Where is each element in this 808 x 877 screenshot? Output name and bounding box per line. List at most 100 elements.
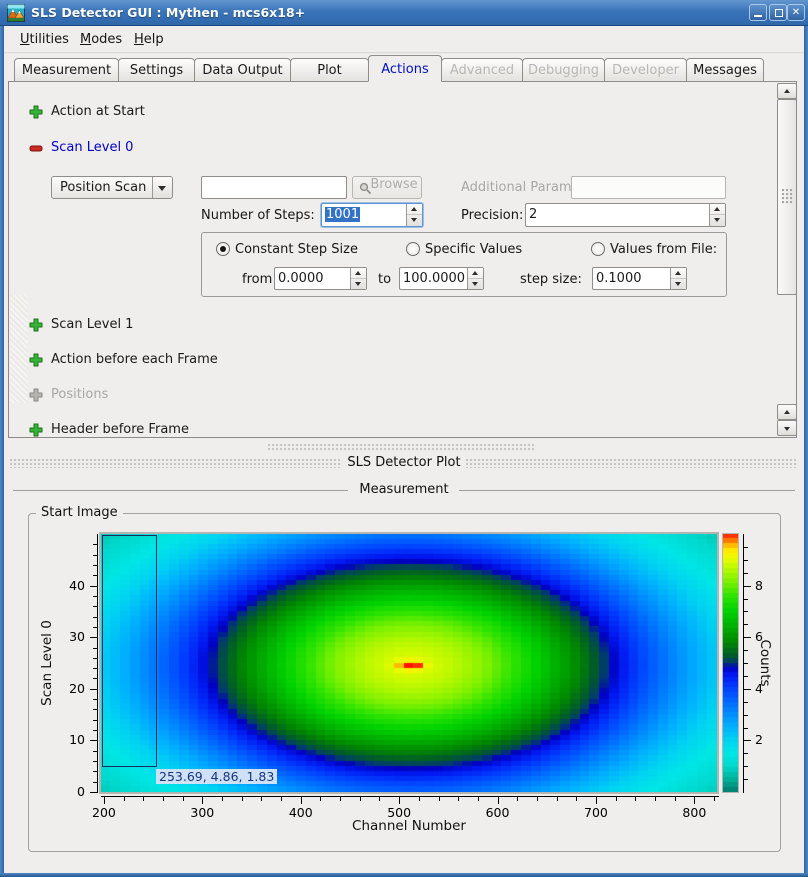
heatmap-canvas[interactable] — [99, 532, 719, 794]
x-tick-label-700: 700 — [576, 805, 616, 820]
arrow-down-icon — [411, 218, 417, 222]
step-size-value: 0.1000 — [596, 271, 642, 286]
plot-coordinates-tooltip: 253.69, 4.86, 1.83 — [156, 769, 277, 784]
scan-mode-combobox[interactable]: Position Scan — [51, 176, 173, 199]
tab-measurement[interactable]: Measurement — [14, 58, 119, 82]
y-minor-tick — [93, 627, 97, 628]
scrollbar-track[interactable] — [10, 295, 28, 403]
arrow-up-icon — [411, 207, 417, 211]
y-major-tick — [90, 740, 97, 741]
colorbar-minor-tick — [744, 547, 748, 548]
spin-down-button[interactable] — [351, 279, 366, 290]
colorbar-major-tick — [744, 689, 751, 690]
scrollbar-up-button[interactable] — [777, 83, 797, 99]
tab-data-output[interactable]: Data Output — [194, 58, 291, 82]
y-tick-label-40: 40 — [57, 578, 85, 593]
radio-specific-values[interactable] — [406, 242, 420, 256]
tab-plot[interactable]: Plot — [290, 58, 369, 82]
title-bar[interactable]: SLS Detector GUI : Mythen - mcs6x18+ ✕ — [0, 0, 808, 26]
action-item-action-before-each-frame[interactable]: Action before each Frame — [51, 352, 218, 367]
x-minor-tick — [675, 797, 676, 801]
arrow-down-icon — [714, 218, 720, 222]
colorbar-minor-tick — [744, 779, 748, 780]
plus-icon-action-before-each-frame[interactable] — [29, 353, 43, 367]
spin-down-button[interactable] — [407, 215, 422, 226]
x-tick-label-300: 300 — [182, 805, 222, 820]
tab-actions[interactable]: Actions — [368, 55, 442, 82]
action-item-header-before-frame[interactable]: Header before Frame — [51, 422, 189, 437]
y-minor-tick — [93, 596, 97, 597]
spin-up-button[interactable] — [710, 204, 725, 215]
spin-down-button[interactable] — [671, 279, 686, 290]
plus-icon-header-before-frame[interactable] — [29, 423, 43, 437]
y-minor-tick — [93, 606, 97, 607]
step-mode-groupbox: Constant Step SizeSpecific ValuesValues … — [201, 232, 727, 297]
scrollbar-thumb[interactable] — [777, 99, 797, 295]
action-item-scan-level-0[interactable]: Scan Level 0 — [51, 140, 133, 155]
y-major-tick — [90, 689, 97, 690]
from-label: from — [242, 272, 272, 287]
y-axis-title: Scan Level 0 — [39, 620, 55, 706]
precision-spinbox[interactable]: 2 — [525, 203, 726, 227]
y-minor-tick — [93, 761, 97, 762]
spin-down-button[interactable] — [468, 279, 483, 290]
step-size-spinbox[interactable]: 0.1000 — [592, 267, 687, 290]
spin-up-button[interactable] — [407, 204, 422, 215]
spin-up-button[interactable] — [351, 268, 366, 279]
chevron-down-icon — [158, 186, 166, 191]
tab-settings[interactable]: Settings — [118, 58, 195, 82]
colorbar-minor-tick — [744, 753, 748, 754]
action-item-action-at-start[interactable]: Action at Start — [51, 104, 145, 119]
y-minor-tick — [93, 575, 97, 576]
scan-script-input[interactable] — [201, 176, 347, 199]
plus-icon-action-at-start[interactable] — [29, 105, 43, 119]
x-axis-line — [101, 796, 719, 797]
additional-parameter-input — [571, 176, 726, 199]
x-minor-tick — [379, 797, 380, 801]
number-of-steps-spinbox[interactable]: 1001 — [321, 203, 423, 227]
scan-mode-value: Position Scan — [60, 180, 146, 195]
y-major-tick — [90, 792, 97, 793]
x-minor-tick — [655, 797, 656, 801]
action-item-scan-level-1[interactable]: Scan Level 1 — [51, 317, 133, 332]
x-minor-tick — [242, 797, 243, 801]
additional-parameter-label: Additional Parameter: — [461, 180, 566, 195]
menu-modes[interactable]: Modes — [74, 30, 128, 49]
combobox-arrow[interactable] — [152, 177, 172, 198]
colorbar-minor-tick — [744, 650, 748, 651]
radio-values-from-file[interactable] — [591, 242, 605, 256]
tab-messages[interactable]: Messages — [686, 58, 764, 82]
minimize-button[interactable] — [749, 4, 767, 21]
y-major-tick — [90, 586, 97, 587]
spin-up-button[interactable] — [468, 268, 483, 279]
radio-constant-step-size[interactable] — [216, 242, 230, 256]
spin-down-button[interactable] — [710, 215, 725, 226]
window-border-bottom — [0, 873, 808, 877]
y-minor-tick — [93, 730, 97, 731]
menu-utilities[interactable]: Utilities — [14, 30, 75, 49]
app-window: SLS Detector GUI : Mythen - mcs6x18+ ✕ U… — [0, 0, 808, 877]
y-minor-tick — [93, 709, 97, 710]
measurement-group-title: Measurement — [359, 482, 448, 497]
to-value: 100.0000 — [403, 271, 465, 286]
minus-icon-scan-level-0[interactable] — [29, 141, 43, 155]
x-minor-tick — [517, 797, 518, 801]
from-spinbox[interactable]: 0.0000 — [274, 267, 367, 290]
scrollbar-up-button-2[interactable] — [777, 404, 797, 420]
measurement-groupbox-line-right — [459, 490, 795, 491]
actions-panel: Action at Start Scan Level 0 Scan Level 1 A… — [8, 82, 797, 438]
spin-buttons — [709, 204, 725, 226]
close-button[interactable]: ✕ — [787, 4, 805, 21]
action-item-positions: Positions — [51, 387, 108, 402]
plus-icon-scan-level-1[interactable] — [29, 318, 43, 332]
start-image-group-title: Start Image — [36, 505, 123, 520]
dock-title: SLS Detector Plot — [347, 455, 460, 470]
menu-help[interactable]: Help — [128, 30, 170, 49]
scrollbar-down-button[interactable] — [777, 420, 797, 436]
magnifier-icon — [359, 182, 372, 195]
maximize-button[interactable] — [769, 4, 787, 21]
spin-up-button[interactable] — [671, 268, 686, 279]
splitter-handle[interactable] — [268, 444, 534, 451]
x-minor-tick — [124, 797, 125, 801]
to-spinbox[interactable]: 100.0000 — [399, 267, 484, 290]
